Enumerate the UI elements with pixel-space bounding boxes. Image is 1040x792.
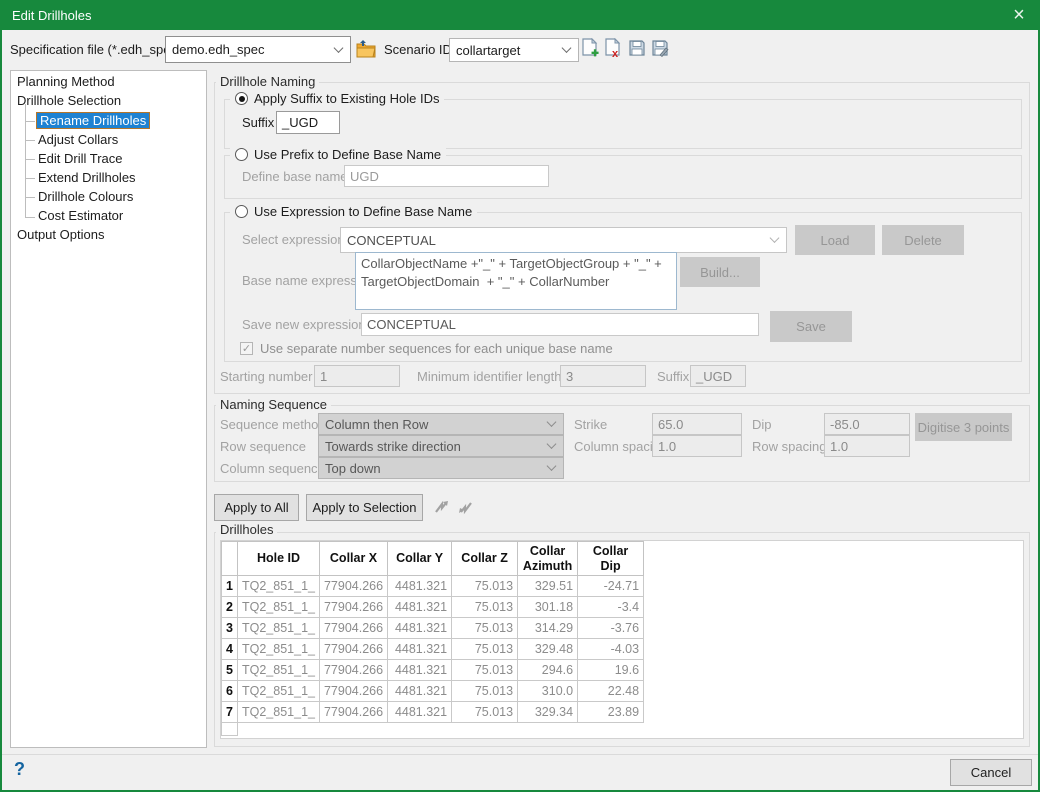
col-collar-z: Collar Z <box>452 542 518 576</box>
sequence-method-label: Sequence method <box>220 417 326 432</box>
footer-divider <box>2 754 1038 755</box>
browse-folder-icon[interactable] <box>355 39 377 59</box>
use-expression-option[interactable]: Use Expression to Define Base Name <box>230 204 477 219</box>
edit-drillholes-dialog: Edit Drillholes × Specification file (*.… <box>0 0 1040 792</box>
row-sequence-combobox: Towards strike direction <box>318 435 564 457</box>
row-spacing-label: Row spacing <box>752 439 826 454</box>
drillholes-table-area: Hole ID Collar X Collar Y Collar Z Colla… <box>220 540 1024 739</box>
scenario-id-combobox[interactable]: collartarget <box>449 38 579 62</box>
cancel-button[interactable]: Cancel <box>950 759 1032 786</box>
delete-scenario-icon[interactable]: x <box>604 38 622 58</box>
svg-text:x: x <box>612 48 619 58</box>
dialog-title: Edit Drillholes <box>0 8 91 23</box>
use-expression-radio[interactable] <box>235 205 248 218</box>
select-expression-combobox: CONCEPTUAL <box>340 227 787 253</box>
tree-item-cost-estimator[interactable]: Cost Estimator <box>38 208 123 223</box>
close-icon[interactable]: × <box>998 0 1040 30</box>
min-identifier-length-input: 3 <box>560 365 646 387</box>
tree-item-drillhole-selection[interactable]: Drillhole Selection <box>17 93 121 108</box>
table-row: 3TQ2_851_1_77904.2664481.32175.013314.29… <box>222 618 644 639</box>
save-scenario-icon[interactable] <box>628 39 646 57</box>
base-name-expression-textarea: CollarObjectName +"_" + TargetObjectGrou… <box>355 252 677 310</box>
strike-label: Strike <box>574 417 607 432</box>
undo-icon <box>434 499 450 515</box>
empty-row-stub <box>221 723 238 736</box>
column-sequence-label: Column sequence <box>220 461 325 476</box>
table-row: 2TQ2_851_1_77904.2664481.32175.013301.18… <box>222 597 644 618</box>
starting-number-label: Starting number <box>220 369 313 384</box>
new-scenario-icon[interactable] <box>581 38 599 58</box>
table-row: 1TQ2_851_1_77904.2664481.32175.013329.51… <box>222 576 644 597</box>
spec-file-combobox[interactable]: demo.edh_spec <box>165 36 351 63</box>
save-as-input: CONCEPTUAL <box>361 313 759 336</box>
dip-label: Dip <box>752 417 772 432</box>
col-collar-x: Collar X <box>319 542 387 576</box>
col-hole-id: Hole ID <box>238 542 320 576</box>
tree-item-drillhole-colours[interactable]: Drillhole Colours <box>38 189 133 204</box>
tree-item-planning-method[interactable]: Planning Method <box>17 74 115 89</box>
build-button: Build... <box>680 257 760 287</box>
help-icon[interactable]: ? <box>14 759 25 780</box>
select-expression-label: Select expression <box>242 232 345 247</box>
separate-sequences-label: Use separate number sequences for each u… <box>260 341 613 356</box>
suffix-input[interactable]: _UGD <box>276 111 340 134</box>
corner-header <box>222 542 238 576</box>
main-panel: Drillhole Naming Apply Suffix to Existin… <box>214 70 1032 748</box>
scenario-id-value: collartarget <box>456 43 520 58</box>
row-sequence-label: Row sequence <box>220 439 306 454</box>
apply-suffix-radio-label: Apply Suffix to Existing Hole IDs <box>254 91 439 106</box>
col-collar-y: Collar Y <box>388 542 452 576</box>
settings-tree: Planning Method Drillhole Selection Rena… <box>10 70 207 748</box>
base-name-input: UGD <box>344 165 549 187</box>
spec-file-label: Specification file (*.edh_spec) <box>10 42 181 57</box>
select-expression-value: CONCEPTUAL <box>347 233 436 248</box>
table-row: 4TQ2_851_1_77904.2664481.32175.013329.48… <box>222 639 644 660</box>
min-identifier-length-label: Minimum identifier length <box>417 369 562 384</box>
suffix-label: Suffix <box>242 115 274 130</box>
use-prefix-radio[interactable] <box>235 148 248 161</box>
column-sequence-combobox: Top down <box>318 457 564 479</box>
apply-to-all-button[interactable]: Apply to All <box>214 494 299 521</box>
naming-sequence-group-label: Naming Sequence <box>216 397 331 412</box>
save-scenario-as-icon[interactable] <box>651 39 669 57</box>
col-collar-dip: Collar Dip <box>578 542 644 576</box>
row-spacing-input: 1.0 <box>824 435 910 457</box>
column-spacing-input: 1.0 <box>652 435 742 457</box>
apply-to-selection-button[interactable]: Apply to Selection <box>306 494 423 521</box>
apply-suffix-option[interactable]: Apply Suffix to Existing Hole IDs <box>230 91 444 106</box>
tree-item-rename-drillholes[interactable]: Rename Drillholes <box>36 112 150 129</box>
spec-file-value: demo.edh_spec <box>172 42 265 57</box>
table-row: 7TQ2_851_1_77904.2664481.32175.013329.34… <box>222 702 644 723</box>
digitise-3-points-button: Digitise 3 points <box>915 413 1012 441</box>
save-button: Save <box>770 311 852 342</box>
sequence-method-combobox: Column then Row <box>318 413 564 435</box>
table-row: 5TQ2_851_1_77904.2664481.32175.013294.61… <box>222 660 644 681</box>
delete-button: Delete <box>882 225 964 255</box>
tree-item-edit-drill-trace[interactable]: Edit Drill Trace <box>38 151 123 166</box>
tree-item-extend-drillholes[interactable]: Extend Drillholes <box>38 170 136 185</box>
title-bar: Edit Drillholes × <box>0 0 1040 30</box>
separate-sequences-checkbox: ✓ <box>240 342 253 355</box>
table-row: 6TQ2_851_1_77904.2664481.32175.013310.02… <box>222 681 644 702</box>
col-collar-azimuth: Collar Azimuth <box>518 542 578 576</box>
tree-item-output-options[interactable]: Output Options <box>17 227 104 242</box>
dip-input: -85.0 <box>824 413 910 435</box>
drillholes-group-label: Drillholes <box>216 522 277 537</box>
drillhole-naming-group-label: Drillhole Naming <box>216 74 319 89</box>
use-expression-radio-label: Use Expression to Define Base Name <box>254 204 472 219</box>
tree-item-adjust-collars[interactable]: Adjust Collars <box>38 132 118 147</box>
suffix2-input: _UGD <box>690 365 746 387</box>
load-button: Load <box>795 225 875 255</box>
suffix2-label: Suffix <box>657 369 689 384</box>
use-prefix-option[interactable]: Use Prefix to Define Base Name <box>230 147 446 162</box>
base-name-label: Define base name <box>242 169 348 184</box>
redo-icon <box>457 499 473 515</box>
drillholes-table: Hole ID Collar X Collar Y Collar Z Colla… <box>221 541 644 723</box>
scenario-id-label: Scenario ID <box>384 42 452 57</box>
use-prefix-radio-label: Use Prefix to Define Base Name <box>254 147 441 162</box>
strike-input: 65.0 <box>652 413 742 435</box>
apply-suffix-radio[interactable] <box>235 92 248 105</box>
starting-number-input: 1 <box>314 365 400 387</box>
